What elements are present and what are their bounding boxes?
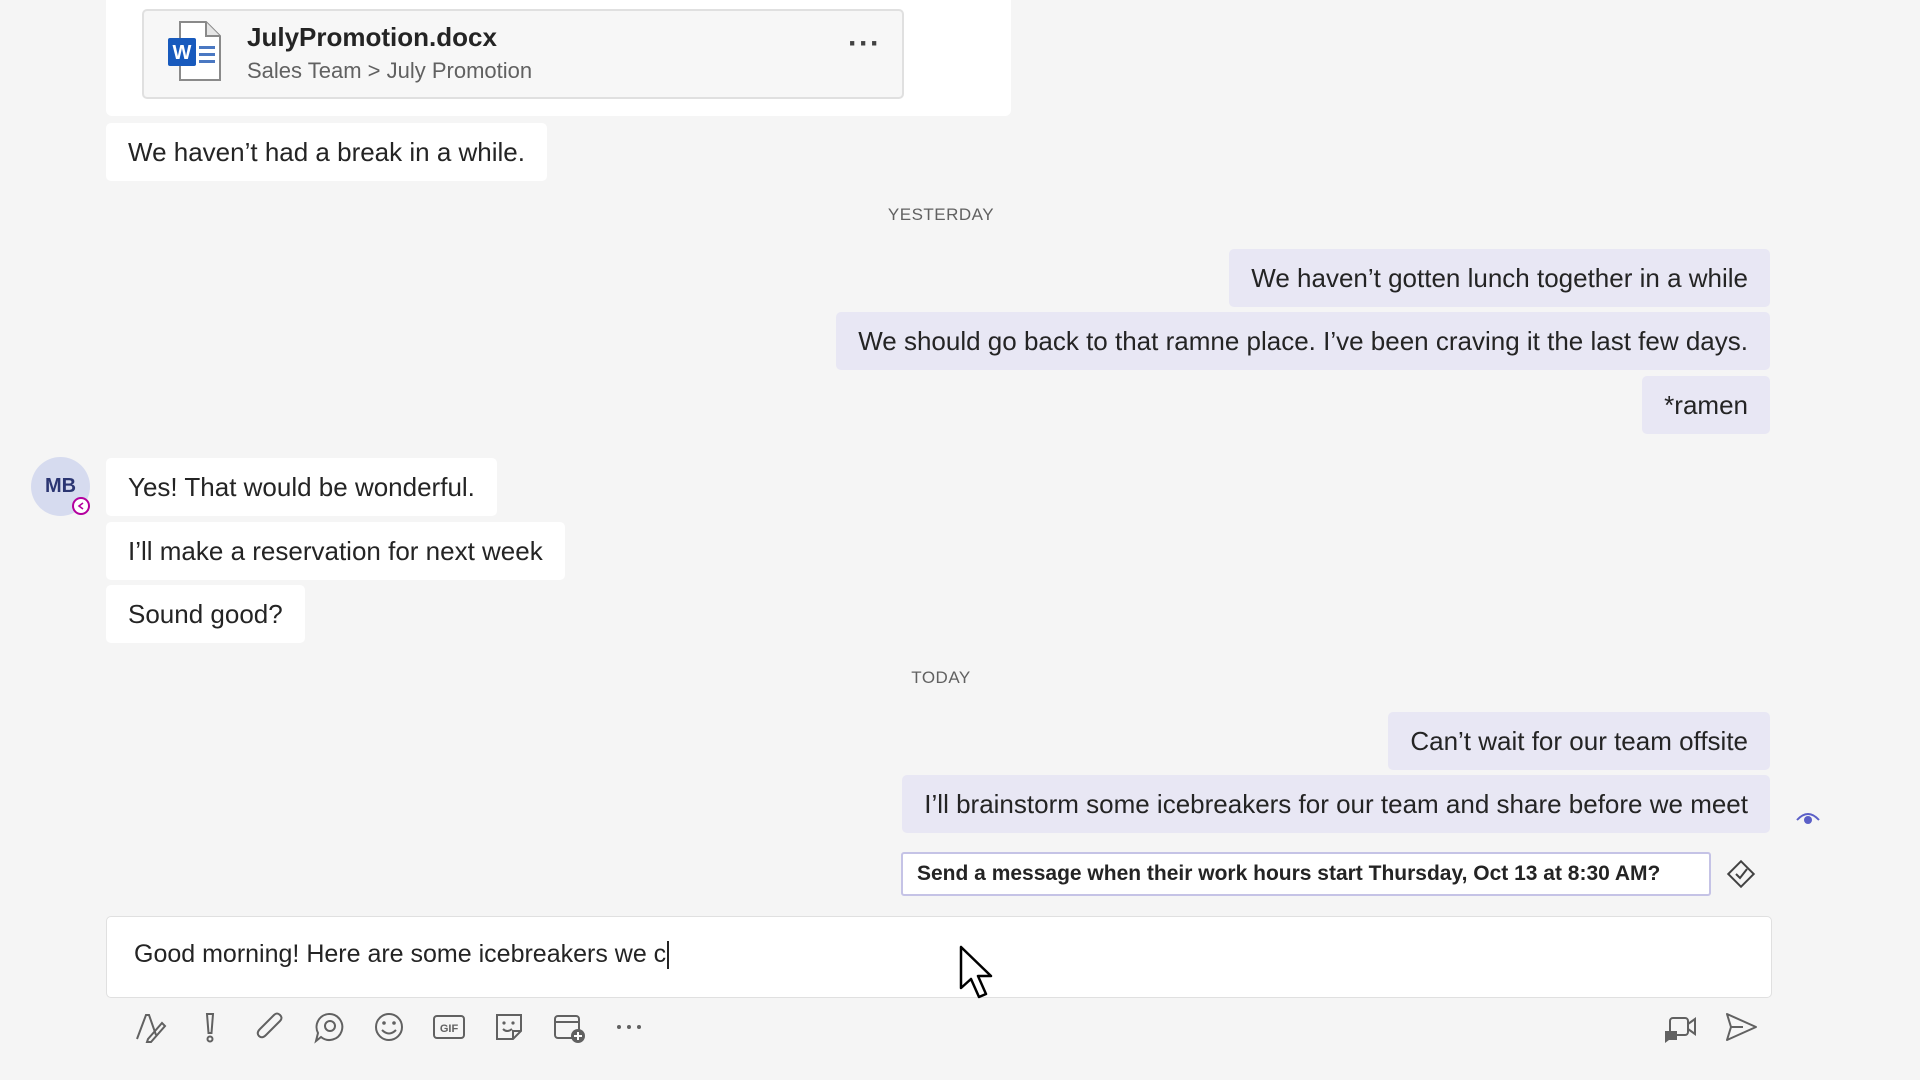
message-bubble-outgoing[interactable]: *ramen xyxy=(1642,376,1770,434)
compose-text: Good morning! Here are some icebreakers … xyxy=(134,940,667,968)
important-icon[interactable] xyxy=(192,1009,228,1045)
compose-input[interactable]: Good morning! Here are some icebreakers … xyxy=(134,940,670,970)
file-path: Sales Team > July Promotion xyxy=(247,58,533,83)
message-bubble-incoming[interactable]: Sound good? xyxy=(106,585,305,643)
message-bubble-outgoing[interactable]: Can’t wait for our team offsite xyxy=(1388,712,1770,770)
file-name[interactable]: JulyPromotion.docx xyxy=(247,22,497,53)
svg-text:W: W xyxy=(173,42,192,64)
attach-icon[interactable] xyxy=(252,1009,288,1045)
message-bubble-incoming[interactable]: We haven’t had a break in a while. xyxy=(106,123,547,181)
emoji-icon[interactable] xyxy=(371,1009,407,1045)
date-divider-yesterday: YESTERDAY xyxy=(887,205,995,224)
message-bubble-incoming[interactable]: I’ll make a reservation for next week xyxy=(106,522,565,580)
send-icon[interactable] xyxy=(1723,1009,1759,1045)
schedule-meeting-icon[interactable] xyxy=(551,1009,587,1045)
seen-icon xyxy=(1795,808,1821,828)
text-caret xyxy=(667,941,670,970)
mouse-cursor-icon xyxy=(958,944,994,1002)
file-more-options-icon[interactable]: ··· xyxy=(848,29,881,59)
format-icon[interactable] xyxy=(132,1009,168,1045)
more-options-icon[interactable] xyxy=(611,1009,647,1045)
sticker-icon[interactable] xyxy=(491,1009,527,1045)
word-doc-icon: W xyxy=(166,20,222,82)
schedule-send-suggestion[interactable]: Send a message when their work hours sta… xyxy=(901,852,1711,896)
dismiss-suggestion-icon[interactable] xyxy=(1724,857,1758,891)
video-message-icon[interactable] xyxy=(1662,1009,1698,1045)
message-bubble-outgoing[interactable]: We haven’t gotten lunch together in a wh… xyxy=(1229,249,1770,307)
svg-text:GIF: GIF xyxy=(440,1023,459,1035)
gif-icon[interactable]: GIF xyxy=(431,1009,467,1045)
status-away-icon xyxy=(72,497,90,515)
loop-icon[interactable] xyxy=(311,1009,347,1045)
message-bubble-outgoing[interactable]: We should go back to that ramne place. I… xyxy=(836,312,1770,370)
message-bubble-outgoing[interactable]: I’ll brainstorm some icebreakers for our… xyxy=(902,775,1770,833)
date-divider-today: TODAY xyxy=(911,668,971,687)
message-bubble-incoming[interactable]: Yes! That would be wonderful. xyxy=(106,458,497,516)
